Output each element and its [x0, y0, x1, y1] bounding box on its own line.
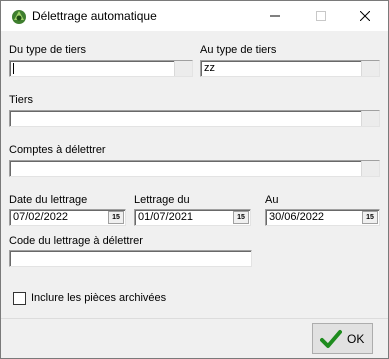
app-logo-icon [10, 8, 28, 26]
lettering-code-label: Code du lettrage à délettrer [9, 235, 143, 247]
dialog-body: Du type de tiers Au type de tiers zz Tie… [1, 32, 388, 318]
lettering-code-input[interactable] [9, 250, 252, 267]
maximize-icon [316, 11, 326, 21]
include-archived-checkbox[interactable] [13, 292, 26, 305]
to-tier-type-value: zz [204, 62, 215, 74]
calendar-icon[interactable]: 15 [233, 211, 249, 224]
accounts-input[interactable] [9, 160, 380, 177]
calendar-icon[interactable]: 15 [108, 211, 124, 224]
checkmark-icon [320, 330, 342, 348]
ok-button[interactable]: OK [312, 323, 373, 354]
title-bar: Délettrage automatique [1, 1, 388, 32]
lettering-to-input[interactable]: 30/06/2022 15 [265, 209, 380, 226]
from-tier-type-lookup-button[interactable] [174, 61, 192, 76]
dialog-window: Délettrage automatique Du type de tiers … [0, 0, 389, 359]
dialog-footer: OK [1, 318, 388, 358]
minimize-button[interactable] [252, 1, 298, 32]
text-caret [13, 63, 14, 74]
from-tier-type-label: Du type de tiers [9, 44, 87, 56]
lettering-to-value: 30/06/2022 [269, 211, 325, 223]
to-tier-type-input[interactable]: zz [200, 60, 380, 77]
accounts-lookup-button[interactable] [361, 161, 379, 176]
accounts-label: Comptes à délettrer [9, 144, 106, 156]
window-title: Délettrage automatique [32, 9, 157, 23]
tiers-input[interactable] [9, 110, 380, 127]
tiers-label: Tiers [9, 94, 34, 106]
lettering-to-label: Au [265, 194, 279, 206]
lettering-from-value: 01/07/2021 [138, 211, 194, 223]
from-tier-type-input[interactable] [9, 60, 193, 77]
calendar-icon[interactable]: 15 [362, 211, 378, 224]
lettering-date-value: 07/02/2022 [13, 211, 69, 223]
include-archived-label[interactable]: Inclure les pièces archivées [31, 292, 166, 304]
lettering-from-label: Lettrage du [134, 194, 190, 206]
lettering-date-label: Date du lettrage [9, 194, 88, 206]
ok-button-label: OK [347, 332, 365, 346]
lettering-from-input[interactable]: 01/07/2021 15 [134, 209, 251, 226]
lettering-date-input[interactable]: 07/02/2022 15 [9, 209, 126, 226]
tiers-lookup-button[interactable] [361, 111, 379, 126]
maximize-button[interactable] [298, 1, 344, 32]
to-tier-type-label: Au type de tiers [200, 44, 277, 56]
close-icon [360, 11, 370, 21]
close-button[interactable] [342, 1, 388, 32]
minimize-icon [270, 15, 280, 17]
to-tier-type-lookup-button[interactable] [361, 61, 379, 76]
